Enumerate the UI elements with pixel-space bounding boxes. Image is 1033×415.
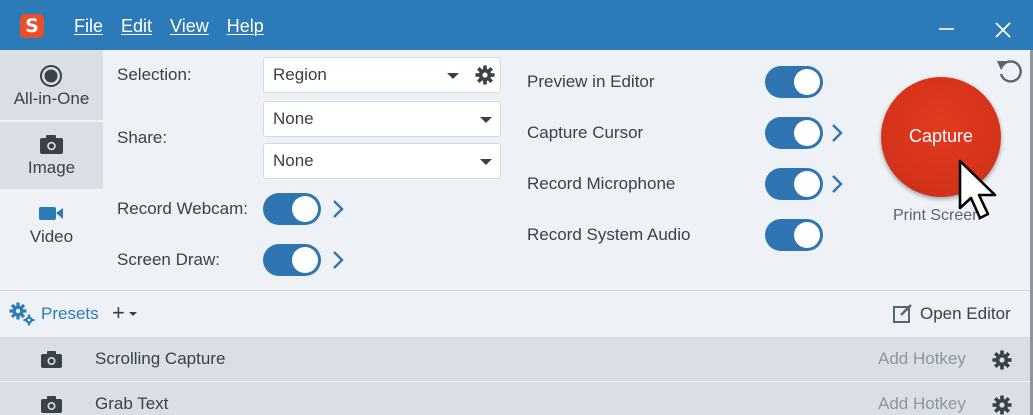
camera-icon: [41, 396, 62, 413]
tab-image[interactable]: Image: [0, 122, 103, 189]
chevron-down-icon: [480, 117, 492, 123]
add-preset-button[interactable]: +: [112, 300, 137, 326]
menu-view[interactable]: View: [170, 0, 209, 52]
chevron-right-icon[interactable]: [830, 123, 844, 143]
preset-row[interactable]: Scrolling Capture Add Hotkey: [0, 337, 1033, 382]
add-preset-label: +: [112, 300, 125, 325]
gear-icon[interactable]: [474, 64, 496, 86]
selection-label: Selection:: [117, 65, 192, 84]
minimize-icon: [939, 28, 954, 30]
menu-edit[interactable]: Edit: [121, 0, 152, 52]
mouse-pointer-icon: [958, 159, 997, 220]
tab-image-label: Image: [27, 158, 76, 177]
record-microphone-label: Record Microphone: [527, 174, 676, 193]
screen-draw-toggle[interactable]: [263, 244, 321, 276]
screen-draw-label: Screen Draw:: [117, 250, 220, 269]
toggle-knob: [794, 222, 820, 248]
record-webcam-label: Record Webcam:: [117, 199, 249, 218]
toggle-knob: [292, 247, 318, 273]
title-bar: S File Edit View Help: [0, 0, 1033, 50]
preview-in-editor-label: Preview in Editor: [527, 72, 655, 91]
chevron-down-icon: [447, 73, 459, 79]
gear-icon[interactable]: [991, 394, 1013, 415]
preset-name: Scrolling Capture: [95, 349, 226, 368]
menu-file[interactable]: File: [74, 0, 103, 52]
toggle-knob: [794, 120, 820, 146]
add-hotkey-link[interactable]: Add Hotkey: [878, 394, 966, 414]
record-system-audio-toggle[interactable]: [765, 219, 823, 251]
toggle-knob: [794, 69, 820, 95]
share-label: Share:: [117, 128, 168, 147]
close-button[interactable]: [984, 10, 1024, 42]
preset-row[interactable]: Grab Text Add Hotkey: [0, 382, 1033, 415]
close-icon: [995, 22, 1011, 38]
capture-cursor-label: Capture Cursor: [527, 123, 644, 142]
capture-cursor-toggle[interactable]: [765, 117, 823, 149]
record-circle-icon: [40, 65, 62, 87]
add-hotkey-link[interactable]: Add Hotkey: [878, 349, 966, 369]
share-value-2: None: [273, 151, 314, 170]
presets-gear-icon[interactable]: [8, 301, 36, 327]
app-logo: S: [20, 14, 44, 38]
tab-video[interactable]: Video: [0, 189, 103, 289]
selection-value: Region: [273, 65, 327, 84]
chevron-right-icon[interactable]: [830, 174, 844, 194]
capture-button-label: Capture: [908, 126, 974, 146]
preset-name: Grab Text: [95, 394, 169, 413]
share-dropdown-2[interactable]: None: [263, 143, 501, 179]
selection-dropdown[interactable]: Region: [263, 57, 501, 93]
camera-icon: [40, 135, 63, 154]
preview-in-editor-toggle[interactable]: [765, 66, 823, 98]
reset-icon[interactable]: [995, 56, 1025, 86]
presets-bar: Presets + Open Editor: [0, 291, 1033, 337]
chevron-right-icon[interactable]: [331, 199, 345, 219]
tab-video-label: Video: [29, 227, 74, 246]
share-dropdown-1[interactable]: None: [263, 101, 501, 137]
menu-bar: File Edit View Help: [74, 0, 282, 50]
video-camera-icon: [39, 207, 63, 220]
record-microphone-toggle[interactable]: [765, 168, 823, 200]
record-system-audio-label: Record System Audio: [527, 225, 691, 244]
minimize-button[interactable]: [928, 10, 968, 42]
open-editor-button[interactable]: Open Editor: [920, 304, 1011, 324]
menu-help[interactable]: Help: [227, 0, 264, 52]
toggle-knob: [794, 171, 820, 197]
share-value-1: None: [273, 109, 314, 128]
tab-all-in-one[interactable]: All-in-One: [0, 50, 103, 120]
edit-icon[interactable]: [892, 303, 914, 325]
presets-label[interactable]: Presets: [41, 304, 99, 324]
chevron-down-icon: [128, 312, 137, 317]
camera-icon: [41, 351, 62, 368]
chevron-right-icon[interactable]: [331, 250, 345, 270]
toggle-knob: [292, 196, 318, 222]
chevron-down-icon: [480, 159, 492, 165]
gear-icon[interactable]: [991, 349, 1013, 371]
record-webcam-toggle[interactable]: [263, 193, 321, 225]
tab-all-in-one-label: All-in-One: [13, 89, 90, 108]
